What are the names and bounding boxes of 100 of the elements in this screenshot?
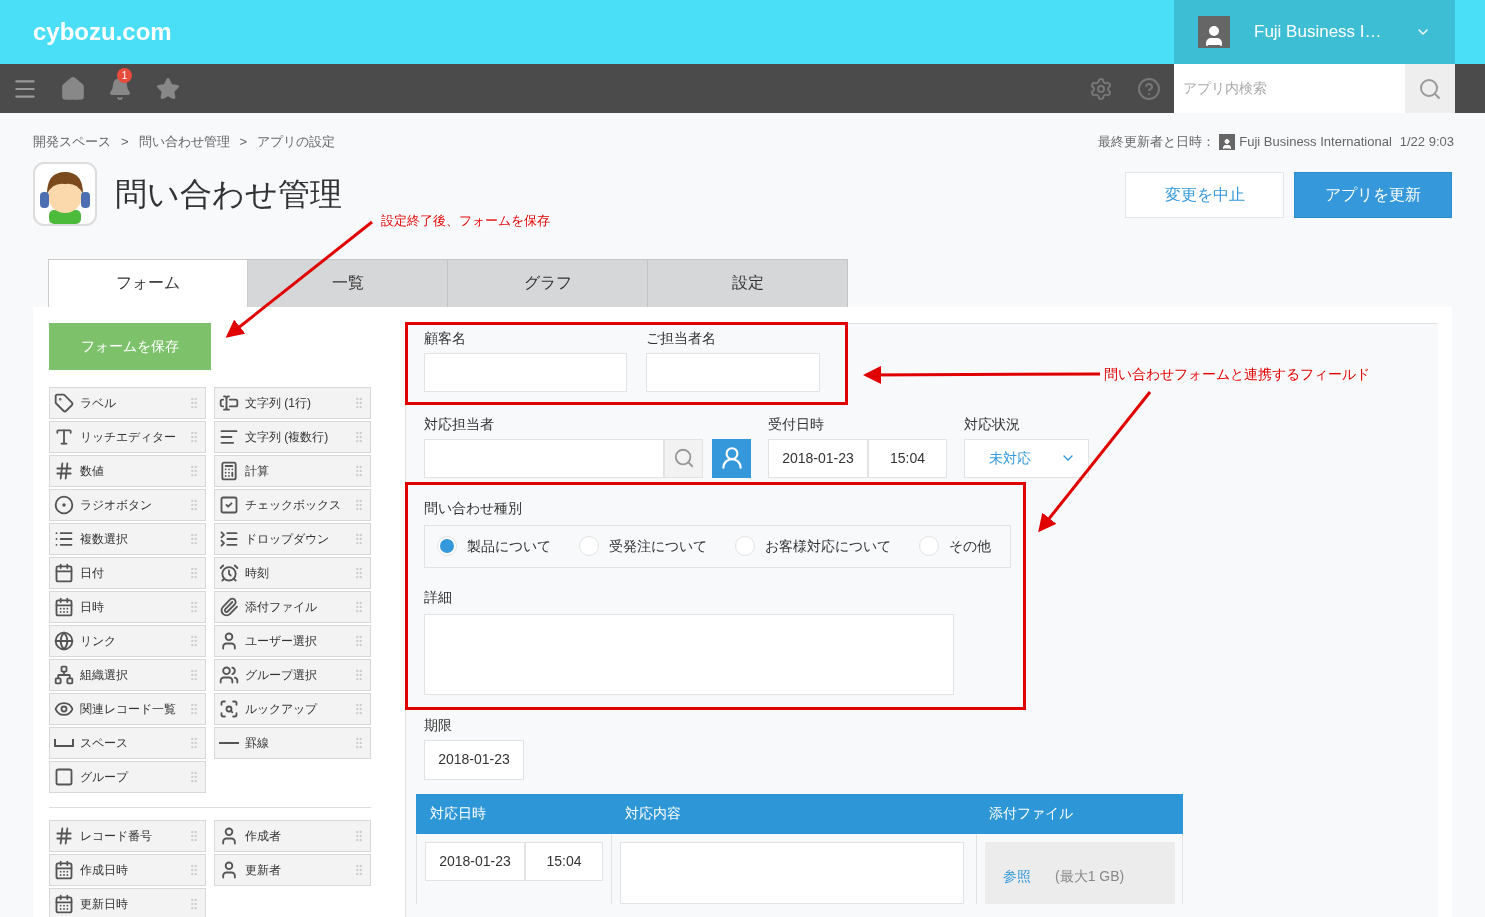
alarm-clock-icon: [219, 562, 239, 583]
palette-label: リッチエディター: [80, 428, 177, 446]
magnifier-icon: [219, 698, 239, 719]
palette-label: グループ: [80, 768, 130, 786]
palette-item[interactable]: 関連レコード一覧: [49, 692, 206, 725]
palette-item[interactable]: ラジオボタン: [49, 488, 206, 521]
palette-item[interactable]: 日付: [49, 556, 206, 589]
calendar-icon: [54, 859, 74, 880]
radio-button[interactable]: [579, 536, 599, 556]
date-field[interactable]: 2018-01-23: [768, 438, 868, 478]
palette-label: 更新日時: [80, 895, 129, 913]
checkbox-icon: [219, 494, 239, 515]
palette-item[interactable]: スペース: [49, 726, 206, 759]
app-icon: [33, 161, 97, 226]
people-icon: [219, 664, 239, 685]
user-name: Fuji Business I…: [1254, 21, 1383, 44]
palette-item[interactable]: ラベル: [49, 386, 206, 419]
breadcrumb-link[interactable]: 問い合わせ管理: [138, 132, 230, 152]
tab[interactable]: 一覧: [248, 258, 448, 307]
palette-label: 作成日時: [80, 861, 129, 879]
calendar-icon: [54, 562, 74, 583]
palette-item[interactable]: リッチエディター: [49, 420, 206, 453]
palette-label: 関連レコード一覧: [80, 700, 177, 718]
palette-item[interactable]: 更新者: [214, 853, 371, 886]
palette-item[interactable]: 組織選択: [49, 658, 206, 691]
palette-item[interactable]: 数値: [49, 454, 206, 487]
app-title: 問い合わせ管理: [115, 174, 342, 214]
palette-label: 作成者: [245, 827, 282, 845]
annotation-text: 設定終了後、フォームを保存: [381, 212, 550, 230]
last-updated-user[interactable]: Fuji Business International: [1239, 132, 1392, 152]
palette-item[interactable]: 日時: [49, 590, 206, 623]
palette-item[interactable]: 計算: [214, 454, 371, 487]
hash-icon: [54, 825, 74, 846]
user-search-button[interactable]: [664, 438, 703, 478]
text-input[interactable]: [424, 352, 627, 392]
palette-item[interactable]: 作成者: [214, 819, 371, 852]
field-label: 期限: [424, 715, 453, 734]
palette-item[interactable]: レコード番号: [49, 819, 206, 852]
breadcrumb-link[interactable]: アプリの設定: [257, 132, 336, 152]
help-icon[interactable]: [1137, 76, 1161, 101]
palette-label: 更新者: [245, 861, 282, 879]
globe-icon: [54, 630, 74, 651]
tab[interactable]: フォーム: [48, 258, 248, 307]
palette-item[interactable]: グループ選択: [214, 658, 371, 691]
text-input[interactable]: [646, 352, 820, 392]
radio-button[interactable]: [437, 536, 457, 556]
tab[interactable]: グラフ: [448, 258, 648, 307]
palette-label: ラジオボタン: [80, 496, 153, 514]
tab[interactable]: 設定: [648, 258, 848, 307]
text-area[interactable]: [424, 613, 954, 695]
palette-item[interactable]: 文字列 (複数行): [214, 420, 371, 453]
palette-label: グループ選択: [245, 666, 318, 684]
date-field[interactable]: 2018-01-23: [425, 841, 525, 881]
palette-item[interactable]: 添付ファイル: [214, 590, 371, 623]
person-icon: [219, 630, 239, 651]
user-picker-button[interactable]: [712, 438, 751, 478]
home-icon[interactable]: [60, 75, 86, 102]
field-label: 詳細: [424, 587, 453, 606]
time-field[interactable]: 15:04: [868, 438, 947, 478]
radio-button[interactable]: [919, 536, 939, 556]
notification-badge: 1: [117, 67, 132, 83]
radio-option[interactable]: 製品について: [437, 535, 551, 557]
palette-item[interactable]: グループ: [49, 760, 206, 793]
field-label: ご担当者名: [646, 328, 717, 347]
palette-item[interactable]: 作成日時: [49, 853, 206, 886]
radio-option[interactable]: 受発注について: [579, 535, 707, 557]
radio-button[interactable]: [735, 536, 755, 556]
palette-label: レコード番号: [80, 827, 153, 845]
user-icon: [1219, 133, 1236, 150]
search-button[interactable]: [1405, 64, 1455, 113]
radio-option[interactable]: お客様対応について: [735, 535, 891, 557]
star-icon[interactable]: [156, 76, 180, 101]
palette-item[interactable]: ルックアップ: [214, 692, 371, 725]
text-field-icon: [219, 392, 239, 413]
palette-item[interactable]: ユーザー選択: [214, 624, 371, 657]
column-header: 対応内容: [624, 804, 682, 823]
date-field[interactable]: 2018-01-23: [424, 739, 524, 780]
person-icon: [219, 825, 239, 846]
frame-icon: [54, 766, 74, 787]
palette-label: 時刻: [245, 564, 270, 582]
text-area[interactable]: [620, 841, 964, 904]
time-field[interactable]: 15:04: [525, 841, 603, 881]
palette-item[interactable]: 時刻: [214, 556, 371, 589]
calculator-icon: [219, 460, 239, 481]
breadcrumb-link[interactable]: 開発スペース: [33, 132, 111, 152]
palette-item[interactable]: 複数選択: [49, 522, 206, 555]
palette-item[interactable]: 更新日時: [49, 887, 206, 917]
palette-item[interactable]: リンク: [49, 624, 206, 657]
settings-icon[interactable]: [1089, 76, 1113, 101]
radio-option[interactable]: その他: [919, 535, 991, 557]
palette-label: チェックボックス: [245, 496, 342, 514]
hash-icon: [54, 460, 74, 481]
user-input[interactable]: [424, 438, 664, 478]
palette-label: 複数選択: [80, 530, 129, 548]
palette-item[interactable]: ドロップダウン: [214, 522, 371, 555]
palette-item[interactable]: 文字列 (1行): [214, 386, 371, 419]
palette-label: リンク: [80, 632, 117, 650]
palette-item[interactable]: 罫線: [214, 726, 371, 759]
last-updated-label: 最終更新者と日時：: [1098, 133, 1216, 151]
palette-item[interactable]: チェックボックス: [214, 488, 371, 521]
